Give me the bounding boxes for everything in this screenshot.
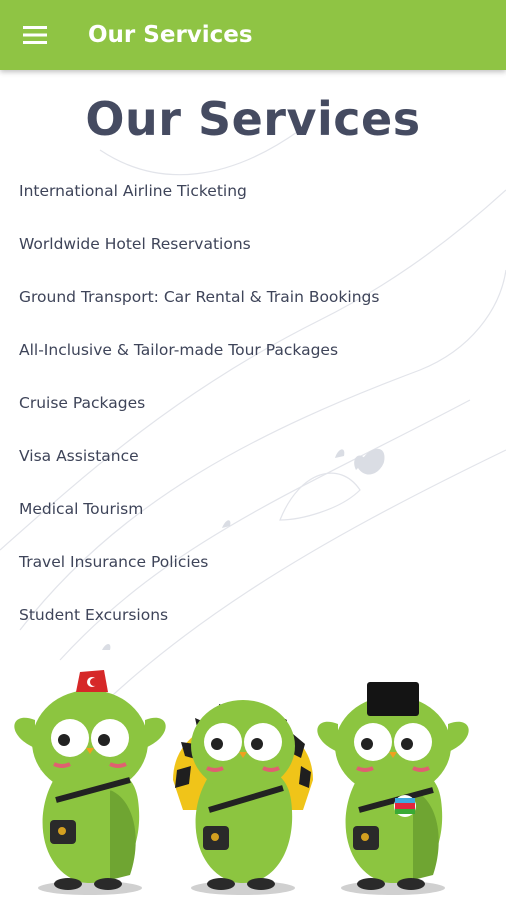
page-title: Our Services: [85, 92, 421, 146]
service-item: Medical Tourism: [19, 500, 144, 518]
mascots-illustration: [14, 670, 469, 895]
hamburger-menu-icon[interactable]: [0, 0, 70, 70]
service-item: International Airline Ticketing: [19, 182, 247, 200]
service-item: Visa Assistance: [19, 447, 139, 465]
service-item: Student Excursions: [19, 606, 169, 624]
service-item: Cruise Packages: [19, 394, 146, 412]
service-item: Worldwide Hotel Reservations: [19, 235, 251, 253]
app-bar: Our Services: [0, 0, 506, 70]
azerbaijan-flag-badge: [394, 795, 416, 817]
service-item: Ground Transport: Car Rental & Train Boo…: [19, 288, 380, 306]
services-list: International Airline Ticketing Worldwid…: [19, 178, 379, 655]
mascot-azerbaijan: [317, 682, 469, 895]
app-bar-title: Our Services: [88, 22, 253, 48]
mascot-turkey: [14, 670, 166, 895]
service-item: All-Inclusive & Tailor-made Tour Package…: [19, 341, 339, 359]
service-item: Travel Insurance Policies: [19, 553, 209, 571]
mascot-egypt: [173, 700, 313, 895]
